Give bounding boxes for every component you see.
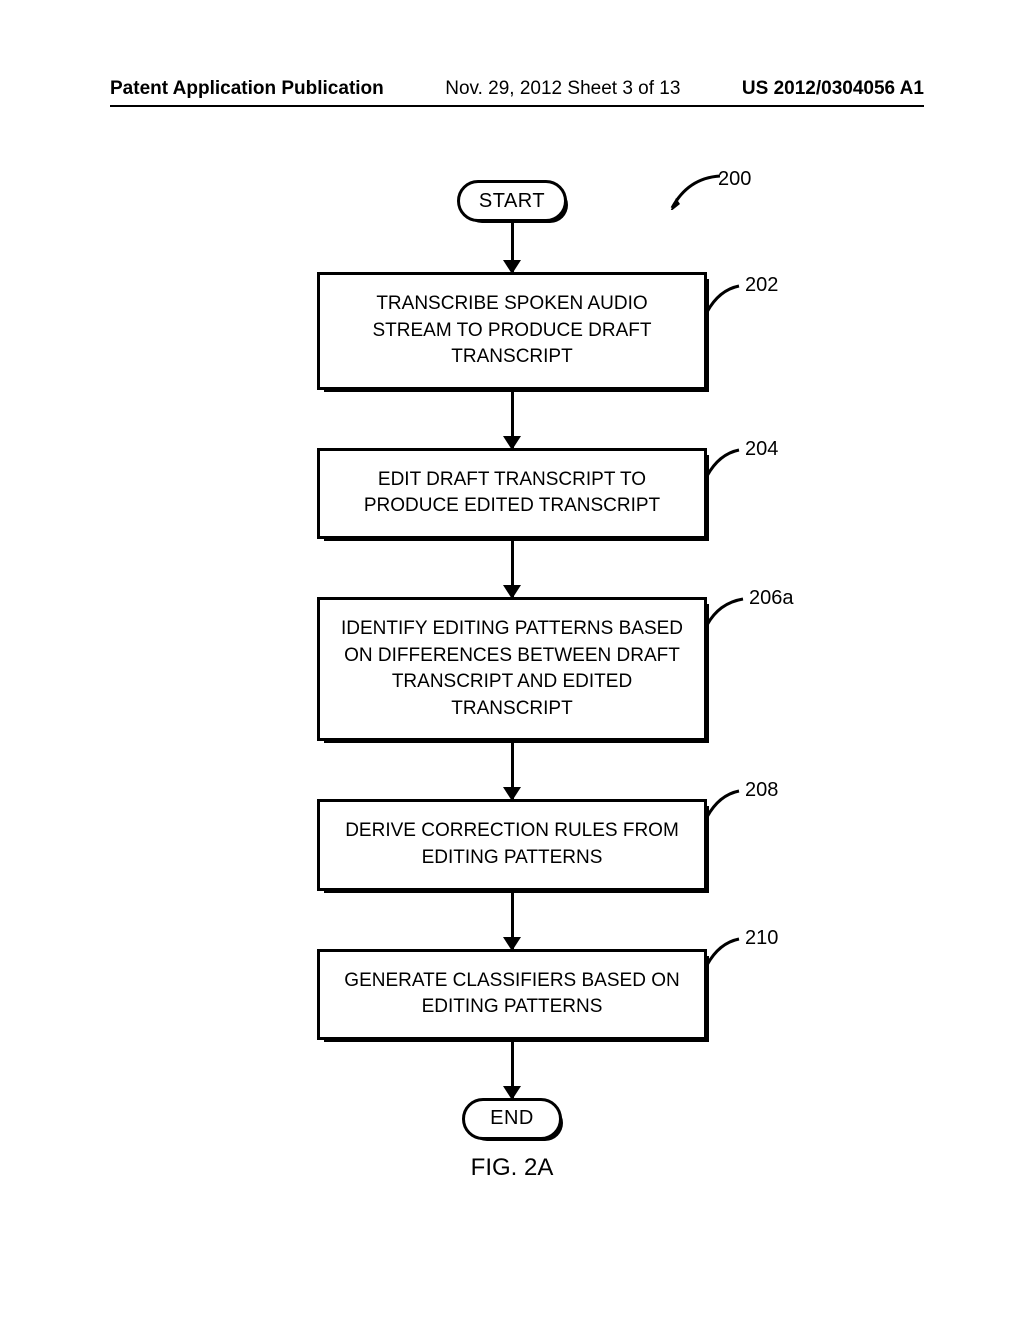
step-208: DERIVE CORRECTION RULES FROM EDITING PAT…	[317, 799, 707, 890]
step-206a: IDENTIFY EDITING PATTERNS BASED ON DIFFE…	[317, 597, 707, 741]
header-left: Patent Application Publication	[110, 78, 384, 100]
arrow-icon	[511, 539, 514, 597]
ref-label-206a: 206a	[749, 587, 794, 610]
step-208-text: DERIVE CORRECTION RULES FROM EDITING PAT…	[345, 820, 679, 868]
ref-label-208: 208	[745, 779, 778, 802]
end-label: END	[490, 1107, 534, 1130]
arrow-icon	[511, 222, 514, 272]
figure-label: FIG. 2A	[0, 1154, 1024, 1182]
arrow-icon	[511, 390, 514, 448]
step-210-text: GENERATE CLASSIFIERS BASED ON EDITING PA…	[344, 970, 679, 1018]
end-terminator: END	[462, 1098, 562, 1140]
header-right: US 2012/0304056 A1	[742, 78, 924, 100]
step-202-text: TRANSCRIBE SPOKEN AUDIO STREAM TO PRODUC…	[372, 293, 651, 367]
ref-hook-icon	[705, 933, 745, 973]
ref-hook-icon	[705, 444, 745, 484]
ref-label-204: 204	[745, 438, 778, 461]
page: Patent Application Publication Nov. 29, …	[0, 0, 1024, 1320]
step-204-text: EDIT DRAFT TRANSCRIPT TO PRODUCE EDITED …	[364, 469, 660, 517]
ref-hook-icon	[705, 280, 745, 320]
start-label: START	[479, 190, 545, 213]
start-terminator: START	[457, 180, 567, 222]
ref-label-202: 202	[745, 274, 778, 297]
ref-label-210: 210	[745, 927, 778, 950]
page-header: Patent Application Publication Nov. 29, …	[110, 78, 924, 100]
step-202: TRANSCRIBE SPOKEN AUDIO STREAM TO PRODUC…	[317, 272, 707, 390]
ref-hook-icon	[705, 785, 745, 825]
step-210: GENERATE CLASSIFIERS BASED ON EDITING PA…	[317, 949, 707, 1040]
step-204: EDIT DRAFT TRANSCRIPT TO PRODUCE EDITED …	[317, 448, 707, 539]
flowchart: START TRANSCRIBE SPOKEN AUDIO STREAM TO …	[0, 180, 1024, 1140]
arrow-icon	[511, 1040, 514, 1098]
arrow-icon	[511, 891, 514, 949]
header-mid: Nov. 29, 2012 Sheet 3 of 13	[445, 78, 680, 100]
header-divider	[110, 105, 924, 107]
arrow-icon	[511, 741, 514, 799]
step-206a-text: IDENTIFY EDITING PATTERNS BASED ON DIFFE…	[341, 618, 683, 719]
ref-hook-icon	[705, 593, 749, 633]
